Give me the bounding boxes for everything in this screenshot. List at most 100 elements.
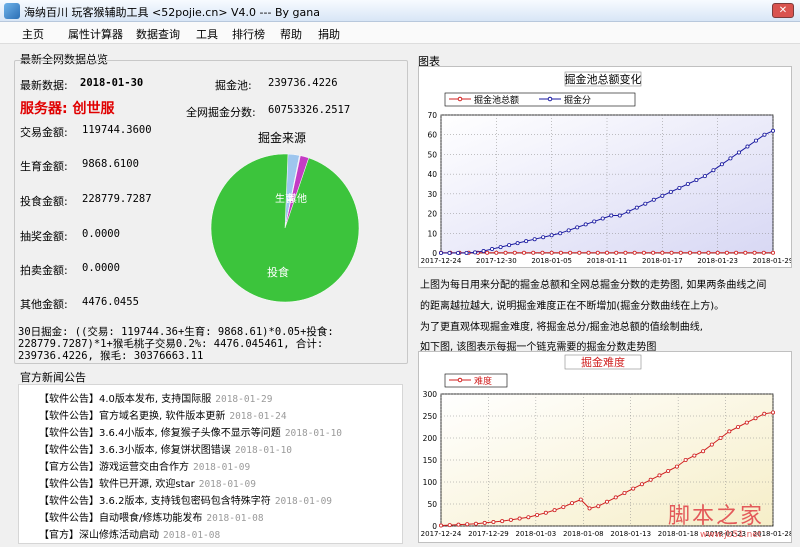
data-point bbox=[651, 250, 656, 255]
x-tick-label: 2017-12-24 bbox=[421, 257, 462, 265]
pool-value: 239736.4226 bbox=[268, 77, 338, 89]
news-item[interactable]: 【官方】深山修炼活动启动 2018-01-08 bbox=[39, 526, 220, 541]
data-point bbox=[465, 522, 470, 527]
formula-line-1: 30日掘金: ((交易: 119744.36+生育: 9868.61)*0.05… bbox=[18, 326, 334, 338]
news-item[interactable]: 【官方公告】游戏运营交由合作方 2018-01-09 bbox=[39, 458, 250, 473]
data-point bbox=[517, 516, 522, 521]
data-point bbox=[709, 442, 714, 447]
data-point bbox=[683, 458, 688, 463]
breed-amount-label: 生育金额: bbox=[20, 160, 68, 173]
data-point bbox=[568, 250, 573, 255]
feed-amount-label: 投食金额: bbox=[20, 195, 68, 208]
menu-data-query[interactable]: 数据查询 bbox=[136, 26, 180, 42]
news-list: 【软件公告】4.0版本发布, 支持国际服 2018-01-29 【软件公告】官方域… bbox=[18, 384, 403, 544]
menu-home[interactable]: 主页 bbox=[22, 26, 44, 42]
chart-title: 掘金难度 bbox=[581, 355, 625, 369]
x-tick-label: 2018-01-13 bbox=[610, 530, 651, 538]
y-tick-label: 50 bbox=[427, 150, 437, 159]
data-point bbox=[549, 233, 554, 238]
data-point bbox=[583, 222, 588, 227]
watermark-url: www.jb51.net bbox=[700, 530, 762, 540]
data-point bbox=[651, 197, 656, 202]
data-point bbox=[770, 410, 775, 415]
x-tick-label: 2017-12-24 bbox=[421, 530, 462, 538]
x-tick-label: 2017-12-30 bbox=[476, 257, 517, 265]
data-point bbox=[438, 523, 443, 528]
data-point bbox=[639, 482, 644, 487]
y-tick-label: 300 bbox=[423, 390, 438, 399]
data-point bbox=[744, 420, 749, 425]
pie-label-main: 投食 bbox=[267, 265, 289, 279]
data-point bbox=[447, 523, 452, 528]
data-point bbox=[508, 517, 513, 522]
menu-tools[interactable]: 工具 bbox=[196, 26, 218, 42]
pie-title: 掘金来源 bbox=[258, 131, 307, 145]
data-point bbox=[718, 436, 723, 441]
data-point bbox=[464, 250, 469, 255]
data-point bbox=[753, 416, 758, 421]
news-item[interactable]: 【软件公告】软件已开源, 欢迎star 2018-01-09 bbox=[39, 475, 256, 490]
data-point bbox=[674, 464, 679, 469]
pie-chart: 投食生育其他 bbox=[210, 153, 360, 303]
data-point bbox=[641, 250, 646, 255]
pie-label-small2: 其他 bbox=[287, 192, 307, 205]
y-tick-label: 50 bbox=[427, 500, 437, 509]
x-tick-label: 2018-01-23 bbox=[697, 257, 738, 265]
close-button[interactable]: ✕ bbox=[772, 3, 794, 18]
data-point bbox=[552, 508, 557, 513]
data-point bbox=[770, 250, 775, 255]
top-chart-box: 掘金池总额变化 0 10 20 30 40 50 60 70 2017-12-24 2017-12-… bbox=[418, 66, 793, 268]
data-point bbox=[617, 213, 622, 218]
data-point bbox=[613, 495, 618, 500]
legend-marker bbox=[457, 96, 463, 102]
data-point bbox=[660, 193, 665, 198]
data-point bbox=[657, 473, 662, 478]
news-item[interactable]: 【软件公告】4.0版本发布, 支持国际服 2018-01-29 bbox=[39, 390, 272, 405]
data-point bbox=[604, 499, 609, 504]
data-point bbox=[438, 250, 443, 255]
x-tick-label: 2018-01-29 bbox=[753, 257, 791, 265]
data-point bbox=[685, 182, 690, 187]
legend-marker bbox=[457, 377, 463, 383]
data-point bbox=[522, 250, 527, 255]
news-item[interactable]: 【软件公告】3.6.4小版本, 修复猴子头像不显示等问题 2018-01-10 bbox=[39, 424, 342, 439]
latest-data-value: 2018-01-30 bbox=[80, 77, 144, 89]
window-title: 海纳百川 玩客猴辅助工具 <52pojie.cn> V4.0 --- By ga… bbox=[24, 6, 320, 19]
desc-line-2: 的距离越拉越大, 说明掘金难度正在不断增加(掘金分数曲线在上方)。 bbox=[420, 301, 725, 312]
news-item[interactable]: 【软件公告】3.6.3小版本, 修复饼状图错误 2018-01-10 bbox=[39, 441, 292, 456]
chart-title: 掘金池总额变化 bbox=[565, 72, 642, 86]
data-point bbox=[701, 449, 706, 454]
menu-calculator[interactable]: 属性计算器 bbox=[68, 26, 123, 42]
formula-line-2: 228779.7287)*1+猴毛桃子交易0.2%: 4476.045461, … bbox=[18, 338, 324, 350]
menu-donate[interactable]: 捐助 bbox=[318, 26, 340, 42]
breed-amount-value: 9868.6100 bbox=[82, 158, 139, 170]
data-point bbox=[482, 520, 487, 525]
data-point bbox=[592, 219, 597, 224]
data-point bbox=[694, 178, 699, 183]
news-item[interactable]: 【软件公告】自动喂食/修炼功能发布 2018-01-08 bbox=[39, 509, 264, 524]
y-tick-label: 60 bbox=[427, 131, 437, 140]
data-point bbox=[587, 506, 592, 511]
other-amount-label: 其他金额: bbox=[20, 298, 68, 311]
legend-label: 掘金池总额 bbox=[474, 94, 519, 106]
feed-amount-value: 228779.7287 bbox=[82, 193, 152, 205]
news-item[interactable]: 【软件公告】官方域名更换, 软件版本更新 2018-01-24 bbox=[39, 407, 287, 422]
menu-help[interactable]: 帮助 bbox=[280, 26, 302, 42]
data-point bbox=[668, 189, 673, 194]
x-tick-label: 2018-01-05 bbox=[531, 257, 572, 265]
data-point bbox=[577, 250, 582, 255]
data-point bbox=[498, 245, 503, 250]
title-bar: 海纳百川 玩客猴辅助工具 <52pojie.cn> V4.0 --- By ga… bbox=[0, 0, 800, 22]
menu-ranking[interactable]: 排行榜 bbox=[232, 26, 265, 42]
data-point bbox=[500, 519, 505, 524]
data-point bbox=[494, 250, 499, 255]
data-point bbox=[727, 429, 732, 434]
desc-line-1: 上图为每日用来分配的掘金总额和全网总掘金分数的走势图, 如果两条曲线之间 bbox=[420, 280, 767, 291]
data-point bbox=[753, 138, 758, 143]
data-point bbox=[736, 150, 741, 155]
news-item[interactable]: 【软件公告】3.6.2版本, 支持钱包密码包含特殊字符 2018-01-09 bbox=[39, 492, 332, 507]
data-point bbox=[614, 250, 619, 255]
data-point bbox=[666, 469, 671, 474]
data-point bbox=[634, 205, 639, 210]
data-point bbox=[566, 228, 571, 233]
